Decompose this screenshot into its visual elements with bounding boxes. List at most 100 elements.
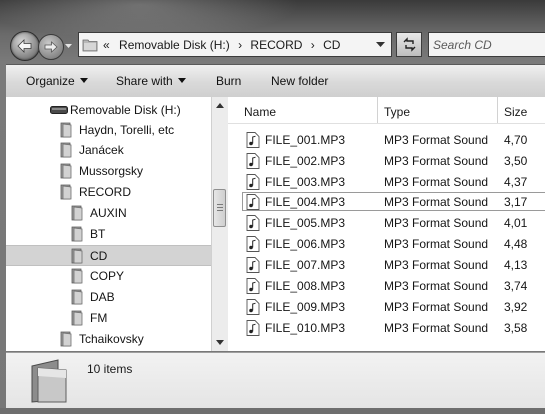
folder-icon xyxy=(71,205,83,221)
back-button[interactable] xyxy=(10,31,40,61)
tree-item-label: Removable Disk (H:) xyxy=(70,103,181,117)
file-type: MP3 Format Sound xyxy=(384,300,489,314)
audio-file-icon xyxy=(246,320,260,336)
file-row[interactable]: FILE_004.MP3 MP3 Format Sound 3,17 xyxy=(228,192,545,212)
file-size: 3,17 xyxy=(504,195,528,209)
file-name: FILE_009.MP3 xyxy=(265,300,346,314)
folder-icon xyxy=(60,122,72,138)
breadcrumb-separator[interactable]: › xyxy=(311,38,315,52)
folder-icon xyxy=(60,184,72,200)
file-row[interactable]: FILE_003.MP3 MP3 Format Sound 4,37 xyxy=(228,172,545,192)
audio-file-icon xyxy=(246,278,260,294)
column-header-name[interactable]: Name xyxy=(228,97,378,123)
tree-item-label: FM xyxy=(90,311,108,325)
tree-item-record[interactable]: RECORD xyxy=(6,182,211,202)
file-type: MP3 Format Sound xyxy=(384,175,489,189)
folder-icon xyxy=(60,163,72,179)
file-name: FILE_005.MP3 xyxy=(265,216,346,230)
file-size: 4,01 xyxy=(504,216,528,230)
tree-item-dab[interactable]: DAB xyxy=(6,287,211,307)
tree-item-janacek[interactable]: Janácek xyxy=(6,140,211,160)
file-type: MP3 Format Sound xyxy=(384,321,489,335)
file-name: FILE_010.MP3 xyxy=(265,321,346,335)
tree-item-label: CD xyxy=(90,249,108,263)
audio-file-icon xyxy=(246,215,260,231)
audio-file-icon xyxy=(246,153,260,169)
share-with-button[interactable]: Share with xyxy=(116,74,186,88)
refresh-button[interactable] xyxy=(396,32,422,57)
tree-item-auxin[interactable]: AUXIN xyxy=(6,203,211,223)
file-name: FILE_006.MP3 xyxy=(265,237,346,251)
folder-icon xyxy=(31,359,67,403)
search-input[interactable] xyxy=(433,36,543,53)
scrollbar-grip xyxy=(217,207,223,208)
scrollbar-thumb[interactable] xyxy=(213,189,226,227)
audio-file-icon xyxy=(246,257,260,273)
burn-label: Burn xyxy=(216,74,242,88)
file-type: MP3 Format Sound xyxy=(384,195,489,209)
scroll-up-arrow-icon[interactable] xyxy=(216,102,224,108)
audio-file-icon xyxy=(246,132,260,148)
tree-item-cd[interactable]: CD xyxy=(6,245,211,266)
forward-button[interactable] xyxy=(38,34,64,60)
breadcrumb: « Removable Disk (H:) › RECORD › CD xyxy=(103,38,340,52)
file-size: 4,37 xyxy=(504,175,528,189)
file-type: MP3 Format Sound xyxy=(384,216,489,230)
file-name: FILE_002.MP3 xyxy=(265,154,346,168)
breadcrumb-item-drive[interactable]: Removable Disk (H:) xyxy=(119,38,230,52)
command-bar: Organize Share with Burn New folder xyxy=(6,64,545,98)
navigation-pane-scrollbar[interactable] xyxy=(211,97,228,351)
file-type: MP3 Format Sound xyxy=(384,258,489,272)
breadcrumb-item-cd[interactable]: CD xyxy=(323,38,340,52)
file-row[interactable]: FILE_007.MP3 MP3 Format Sound 4,13 xyxy=(228,255,545,275)
back-arrow-icon xyxy=(17,39,32,53)
file-row[interactable]: FILE_008.MP3 MP3 Format Sound 3,74 xyxy=(228,276,545,296)
scrollbar-grip xyxy=(217,204,223,205)
audio-file-icon xyxy=(246,194,260,210)
chevron-down-icon xyxy=(79,78,88,83)
burn-button[interactable]: Burn xyxy=(216,74,241,88)
tree-item-copy[interactable]: COPY xyxy=(6,266,211,286)
file-type: MP3 Format Sound xyxy=(384,237,489,251)
tree-item-label: BT xyxy=(90,227,106,241)
tree-item-mussorgsky[interactable]: Mussorgsky xyxy=(6,161,211,181)
title-bar xyxy=(0,0,545,40)
file-size: 4,13 xyxy=(504,258,528,272)
folder-icon xyxy=(71,226,83,242)
file-row[interactable]: FILE_001.MP3 MP3 Format Sound 4,70 xyxy=(228,130,545,150)
tree-item-fm[interactable]: FM xyxy=(6,308,211,328)
tree-item-label: COPY xyxy=(90,269,125,283)
file-size: 3,92 xyxy=(504,300,528,314)
file-name: FILE_008.MP3 xyxy=(265,279,346,293)
breadcrumb-item-record[interactable]: RECORD xyxy=(250,38,302,52)
tree-item-removable-disk[interactable]: Removable Disk (H:) xyxy=(6,100,211,120)
tree-item-label: DAB xyxy=(90,290,115,304)
file-row[interactable]: FILE_009.MP3 MP3 Format Sound 3,92 xyxy=(228,297,545,317)
forward-arrow-icon xyxy=(44,41,58,53)
drive-icon xyxy=(50,106,68,114)
file-row[interactable]: FILE_010.MP3 MP3 Format Sound 3,58 xyxy=(228,318,545,338)
column-header-type[interactable]: Type xyxy=(378,97,498,123)
navigation-pane[interactable]: Removable Disk (H:) Haydn, Torelli, etc … xyxy=(6,97,212,351)
audio-file-icon xyxy=(246,174,260,190)
breadcrumb-separator[interactable]: › xyxy=(238,38,242,52)
recent-pages-chevron-icon[interactable] xyxy=(64,42,73,50)
file-row[interactable]: FILE_002.MP3 MP3 Format Sound 3,50 xyxy=(228,151,545,171)
new-folder-button[interactable]: New folder xyxy=(271,74,328,88)
breadcrumb-overflow[interactable]: « xyxy=(103,38,110,52)
explorer-window: « Removable Disk (H:) › RECORD › CD Orga… xyxy=(0,0,545,414)
address-dropdown-icon[interactable] xyxy=(376,42,385,48)
tree-item-bt[interactable]: BT xyxy=(6,224,211,244)
scroll-down-arrow-icon[interactable] xyxy=(216,340,224,346)
tree-item-tchaikovsky[interactable]: Tchaikovsky xyxy=(6,329,211,349)
address-bar[interactable]: « Removable Disk (H:) › RECORD › CD xyxy=(78,32,392,57)
organize-button[interactable]: Organize xyxy=(26,74,88,88)
tree-item-haydn[interactable]: Haydn, Torelli, etc xyxy=(6,120,211,140)
folder-icon xyxy=(71,268,83,284)
file-list[interactable]: Name Type Size FILE_001.MP3 MP3 Format S… xyxy=(228,97,545,351)
window-bottom-frame xyxy=(0,408,545,414)
search-box[interactable] xyxy=(428,32,545,57)
file-row[interactable]: FILE_005.MP3 MP3 Format Sound 4,01 xyxy=(228,213,545,233)
column-header-size[interactable]: Size xyxy=(498,97,545,123)
file-row[interactable]: FILE_006.MP3 MP3 Format Sound 4,48 xyxy=(228,234,545,254)
